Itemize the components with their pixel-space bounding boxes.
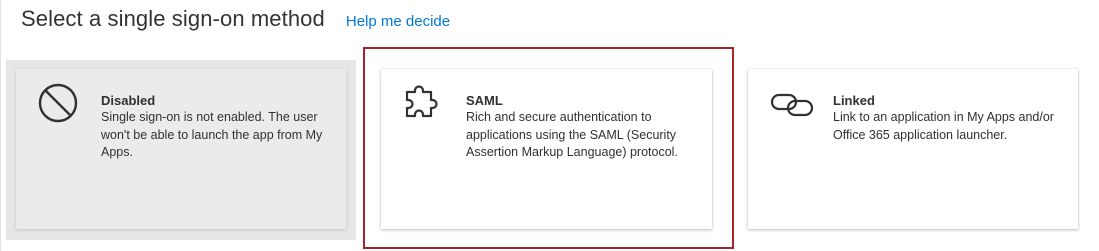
card-text-disabled: Disabled Single sign-on is not enabled. … <box>101 92 336 162</box>
sso-method-page: Select a single sign-on method Help me d… <box>0 0 1099 251</box>
card-description: Single sign-on is not enabled. The user … <box>101 110 323 159</box>
puzzle-piece-icon <box>403 83 447 127</box>
card-description: Link to an application in My Apps and/or… <box>833 110 1054 142</box>
card-title: Disabled <box>101 93 156 108</box>
left-border <box>0 0 1 251</box>
card-description: Rich and secure authentication to applic… <box>466 110 678 159</box>
page-header: Select a single sign-on method Help me d… <box>21 6 450 32</box>
link-icon <box>770 83 814 127</box>
card-title: Linked <box>833 93 875 108</box>
help-me-decide-link[interactable]: Help me decide <box>346 13 450 30</box>
prohibited-icon <box>38 83 82 127</box>
card-text-linked: Linked Link to an application in My Apps… <box>833 92 1068 144</box>
method-card-disabled: Disabled Single sign-on is not enabled. … <box>16 69 346 229</box>
method-card-linked[interactable]: Linked Link to an application in My Apps… <box>748 69 1078 229</box>
card-title: SAML <box>466 93 503 108</box>
card-text-saml: SAML Rich and secure authentication to a… <box>466 92 701 162</box>
page-title: Select a single sign-on method <box>21 6 325 31</box>
method-card-saml[interactable]: SAML Rich and secure authentication to a… <box>381 69 712 229</box>
